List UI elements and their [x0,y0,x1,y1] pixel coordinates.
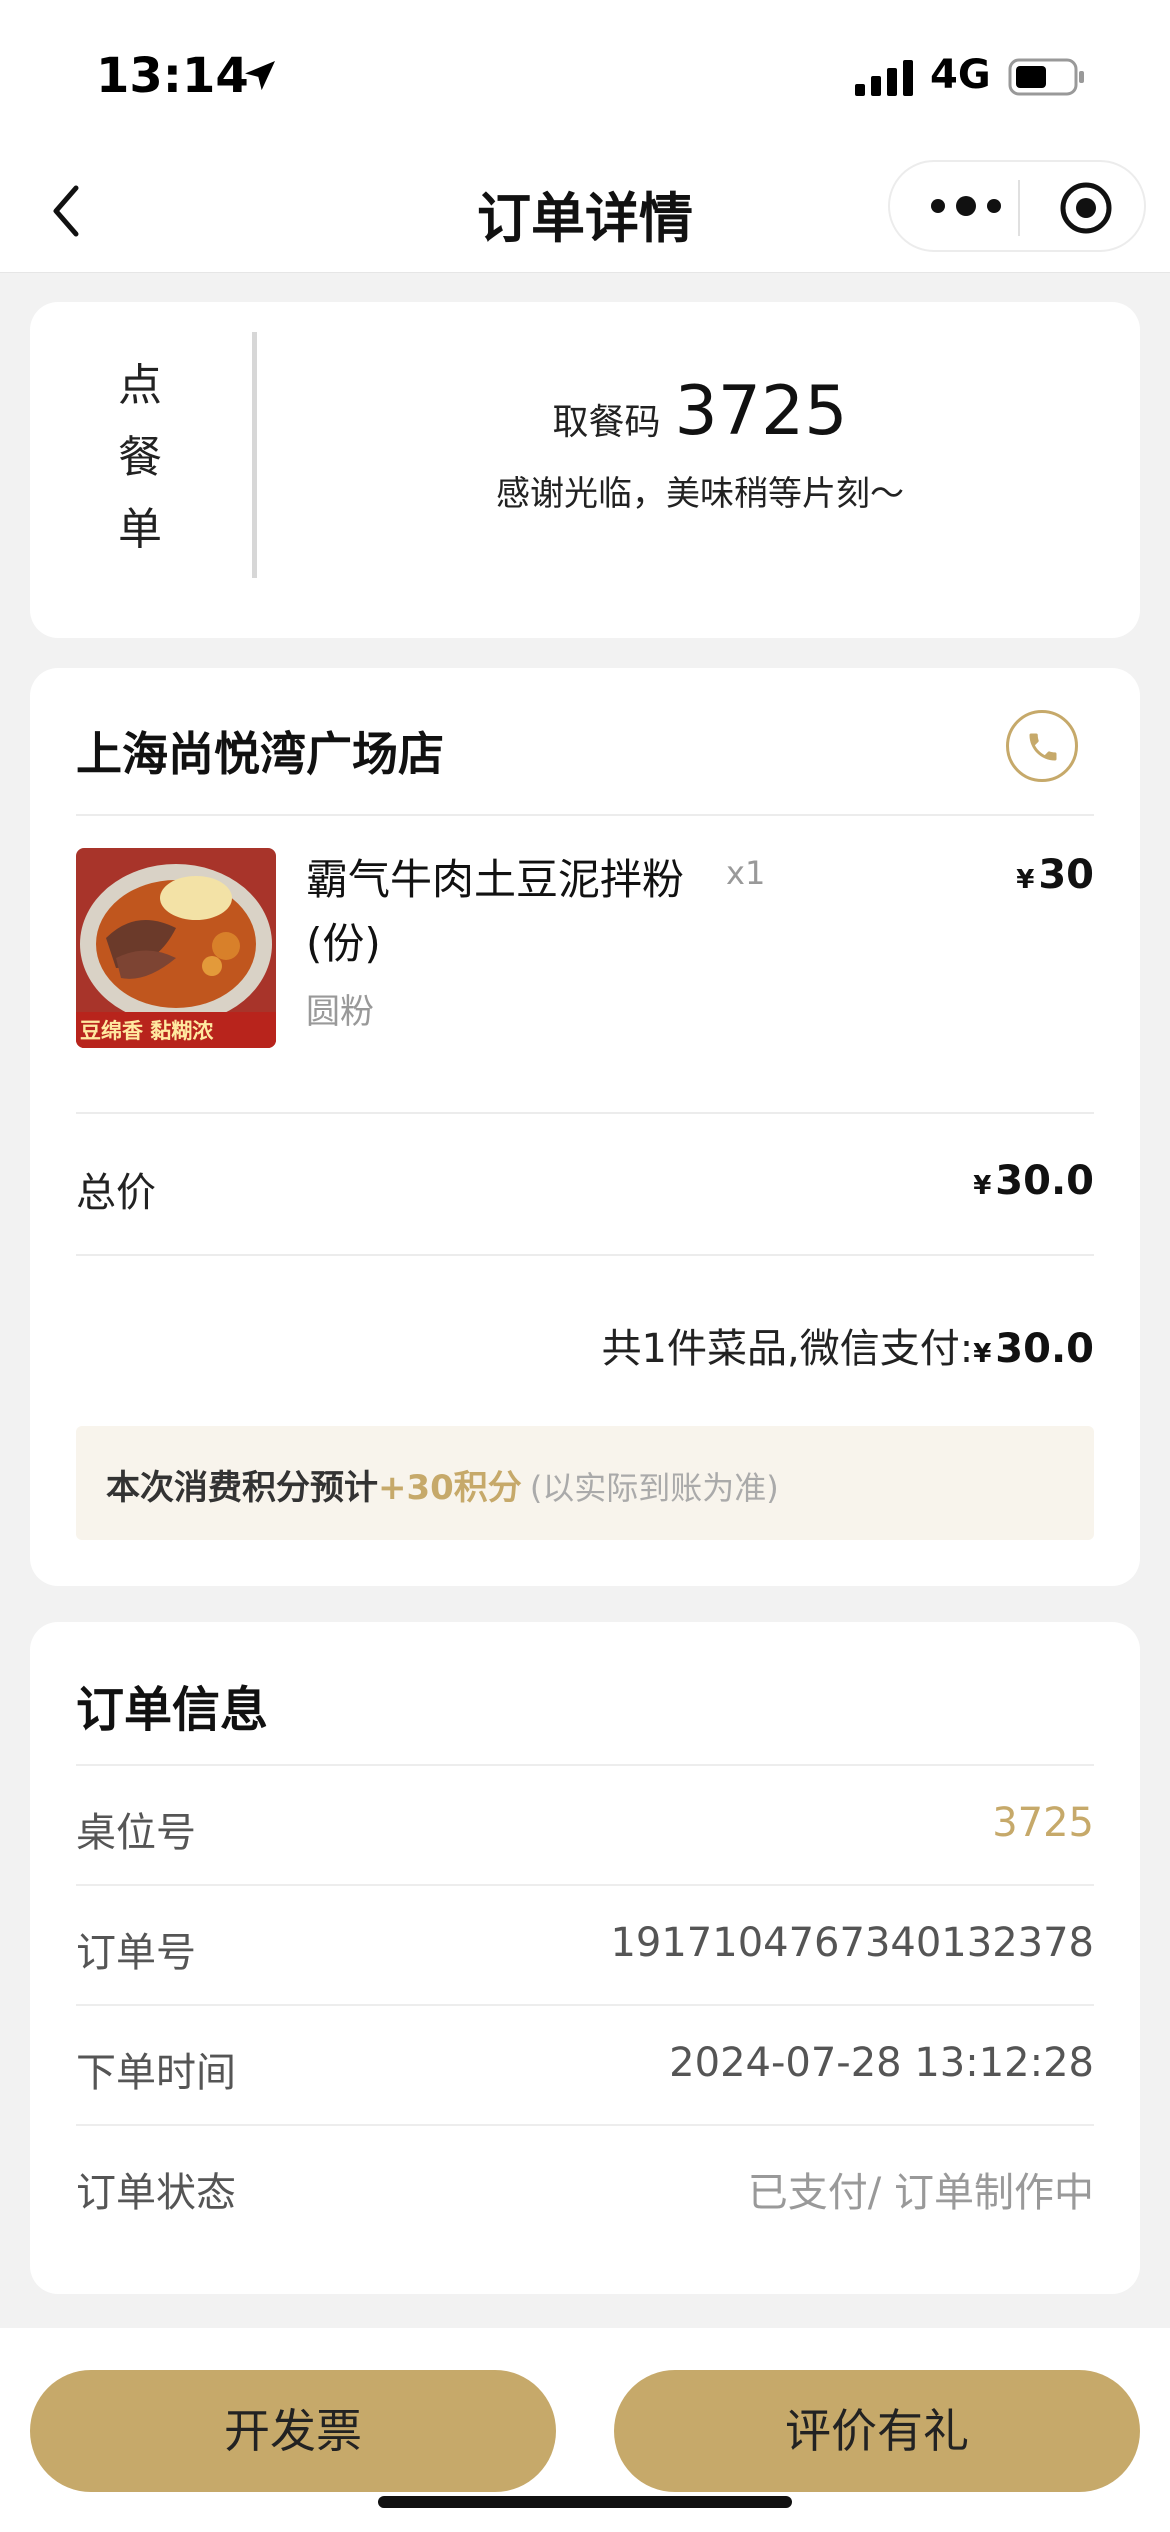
total-label: 总价 [76,1170,156,1216]
network-type: 4G [930,52,991,98]
capsule-divider [1018,180,1020,236]
info-value: 已支付/ 订单制作中 [747,2170,1094,2216]
divider [76,1254,1094,1256]
order-type-char: 单 [118,504,162,555]
dish-price-value: 30 [1038,852,1094,898]
info-row-order-number: 订单号 1917104767340132378 [76,1884,1094,2004]
points-text: 本次消费积分预计+30积分 (以实际到账为准) [106,1460,779,1509]
divider [76,1764,1094,1766]
dish-image-caption: 豆绵香 黏糊浓 [80,1019,214,1043]
vertical-divider [252,332,257,578]
divider [76,1112,1094,1114]
divider [76,2004,1094,2006]
invoice-button[interactable]: 开发票 [30,2370,556,2492]
dish-thumbnail: 豆绵香 黏糊浓 [76,848,276,1048]
pickup-card: 点 餐 单 取餐码 3725 感谢光临，美味稍等片刻～ [30,302,1140,638]
info-row-order-status: 订单状态 已支付/ 订单制作中 [76,2124,1094,2244]
currency-symbol: ¥ [1016,865,1035,895]
mini-program-capsule [888,160,1146,252]
info-value: 1917104767340132378 [610,1920,1094,1966]
info-value: 2024-07-28 13:12:28 [669,2040,1094,2086]
info-row-table-number: 桌位号 3725 [76,1764,1094,1884]
total-price: ¥30.0 [973,1158,1094,1204]
divider [76,1884,1094,1886]
currency-symbol: ¥ [973,1171,992,1201]
location-arrow-icon [245,61,275,91]
review-button[interactable]: 评价有礼 [614,2370,1140,2492]
store-name: 上海尚悦湾广场店 [76,727,444,781]
divider [76,2124,1094,2126]
dish-image: 豆绵香 黏糊浓 [76,848,276,1048]
pickup-code-label: 取餐码 [552,402,661,443]
payment-summary: 共1件菜品,微信支付:¥ 30.0 [602,1316,1094,1374]
navigation-bar: 订单详情 [0,150,1170,273]
order-type-char: 餐 [118,432,162,483]
info-label: 下单时间 [76,2050,236,2096]
status-bar: 13:14 4G [0,0,1170,150]
total-price-value: 30.0 [995,1158,1094,1204]
points-prefix: 本次消费积分预计 [106,1468,378,1508]
dish-name: 霸气牛肉土豆泥拌粉(份) [306,855,685,968]
status-time: 13:14 [96,48,249,104]
cellular-signal-icon [855,60,913,96]
divider [76,814,1094,816]
points-value: +30积分 [378,1468,522,1508]
order-type-char: 点 [118,360,162,411]
info-label: 订单状态 [76,2170,236,2216]
dish-quantity: x1 [726,854,766,892]
info-label: 订单号 [76,1930,196,1976]
order-type-label: 点 餐 单 [110,350,170,566]
points-note: (以实际到账为准) [529,1469,779,1507]
pickup-code-value: 3725 [674,372,848,451]
info-value: 3725 [992,1800,1094,1846]
home-indicator [378,2496,792,2508]
points-banner: 本次消费积分预计+30积分 (以实际到账为准) [76,1426,1094,1540]
battery-icon [1008,58,1084,96]
more-options-icon[interactable] [926,186,1006,226]
order-info-title: 订单信息 [76,1682,269,1738]
dish-price: ¥30 [1016,852,1094,898]
info-label: 桌位号 [76,1810,196,1856]
order-info-card: 订单信息 桌位号 3725 订单号 1917104767340132378 下单… [30,1622,1140,2294]
payment-amount: 30.0 [995,1326,1094,1372]
currency-symbol: ¥ [973,1339,992,1369]
order-card: 上海尚悦湾广场店 豆绵香 黏糊浓 霸气牛肉土豆泥拌粉(份) 圆粉 x1 ¥30 … [30,668,1140,1586]
call-store-button[interactable] [1006,710,1078,782]
pickup-code: 取餐码 3725 [284,372,1116,451]
thanks-message: 感谢光临，美味稍等片刻～ [496,474,904,514]
close-target-icon[interactable] [1058,180,1114,236]
phone-icon [1029,733,1057,761]
payment-summary-text: 共1件菜品,微信支付: [601,1326,974,1372]
dish-spec: 圆粉 [306,992,374,1032]
info-row-order-time: 下单时间 2024-07-28 13:12:28 [76,2004,1094,2124]
